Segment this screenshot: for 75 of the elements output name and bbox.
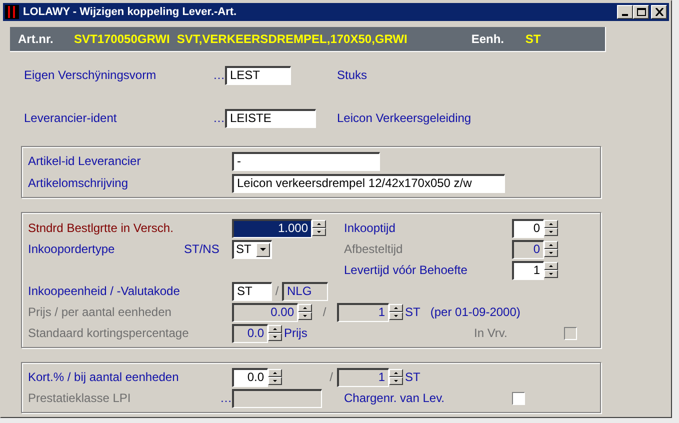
field-label: Standaard kortingspercentage <box>28 326 189 340</box>
input-field[interactable]: 1 <box>512 260 544 280</box>
input-field[interactable]: LEISTE <box>225 108 316 128</box>
input-field[interactable]: ST <box>232 282 272 300</box>
field-label: Inkooptijd <box>344 221 396 235</box>
unit-value: ST <box>525 31 541 48</box>
input-field[interactable]: 1.000 <box>232 218 312 238</box>
unit-text: ST <box>405 304 420 321</box>
window-title: LOLAWY - Wijzigen koppeling Lever.-Art. <box>23 4 237 20</box>
lookup-dots: … <box>213 110 225 127</box>
lookup-dots: … <box>220 390 232 407</box>
spin-down-button[interactable] <box>268 377 282 385</box>
input-field[interactable] <box>232 388 322 408</box>
checkbox[interactable] <box>512 392 525 404</box>
input-field[interactable]: 0 <box>512 218 544 238</box>
spin-down-button[interactable] <box>298 312 312 320</box>
description-text: Leicon Verkeersgeleiding <box>337 111 472 125</box>
caret-icon <box>260 248 266 251</box>
field-label: Prijs / per aantal eenheden <box>28 305 172 319</box>
separator-text: / <box>274 283 280 300</box>
input-field[interactable]: NLG <box>282 282 328 300</box>
field-label: Inkoopordertype <box>28 242 115 256</box>
article-code: SVT170050GRWI <box>74 31 170 48</box>
dropdown-button[interactable] <box>256 242 270 256</box>
field-label: Artikel-id Leverancier <box>28 154 141 168</box>
field-label: Prestatieklasse LPI <box>28 391 131 405</box>
spin-up-button[interactable] <box>544 220 558 228</box>
article-name: SVT,VERKEERSDREMPEL,170X50,GRWI <box>176 31 408 48</box>
dropdown-value: ST <box>235 242 252 257</box>
spin-up-button[interactable] <box>298 304 312 312</box>
spin-up-button[interactable] <box>389 369 403 377</box>
dropdown[interactable]: ST <box>232 240 272 258</box>
separator-text: / <box>328 369 334 386</box>
close-icon <box>654 8 664 16</box>
field-label: Leverancier-ident <box>24 111 117 125</box>
spin-down-button[interactable] <box>544 228 558 236</box>
lookup-dots: … <box>213 67 225 84</box>
date-note: (per 01-09-2000) <box>430 304 520 321</box>
spin-down-button[interactable] <box>268 333 282 341</box>
minimize-button[interactable] <box>617 5 633 19</box>
header-label: Art.nr. <box>18 31 54 48</box>
description-text: Stuks <box>337 68 368 82</box>
input-field[interactable]: Leicon verkeersdrempel 12/42x170x050 z/w <box>232 174 505 192</box>
field-label: Afbesteltijd <box>344 242 403 256</box>
spin-up-button[interactable] <box>544 262 558 270</box>
spin-down-button[interactable] <box>389 312 403 320</box>
field-label: In Vrv. <box>474 326 508 340</box>
spin-up-button[interactable] <box>268 325 282 333</box>
spin-down-button[interactable] <box>389 377 403 385</box>
close-button[interactable] <box>651 5 667 19</box>
spin-down-button[interactable] <box>312 228 326 236</box>
spin-down-button[interactable] <box>544 249 558 257</box>
field-label: Levertijd vóór Behoefte <box>344 263 468 277</box>
spin-up-button[interactable] <box>389 304 403 312</box>
field-label: Kort.% / bij aantal eenheden <box>28 370 179 384</box>
spin-down-button[interactable] <box>544 270 558 278</box>
separator-text: / <box>322 304 328 321</box>
maximize-icon <box>636 8 646 16</box>
field-label: Artikelomschrijving <box>28 176 128 190</box>
spin-up-button[interactable] <box>544 241 558 249</box>
input-field[interactable]: 0.0 <box>232 368 268 386</box>
header-label: Eenh. <box>471 31 506 48</box>
unit-text: ST <box>405 369 420 386</box>
maximize-button[interactable] <box>633 5 649 19</box>
field-label: Chargenr. van Lev. <box>344 391 445 405</box>
field-label: ST/NS <box>184 242 220 256</box>
field-label: Stndrd Bestlgrtte in Versch. <box>28 221 174 235</box>
spin-up-button[interactable] <box>268 369 282 377</box>
input-field[interactable]: - <box>232 152 380 170</box>
field-label: Inkoopeenheid / -Valutakode <box>28 284 180 298</box>
spin-up-button[interactable] <box>312 220 326 228</box>
unit-text: Prijs <box>284 325 308 342</box>
field-label: Eigen Verschÿningsvorm <box>24 68 156 82</box>
input-field[interactable]: LEST <box>225 66 291 84</box>
app-icon <box>5 5 19 19</box>
